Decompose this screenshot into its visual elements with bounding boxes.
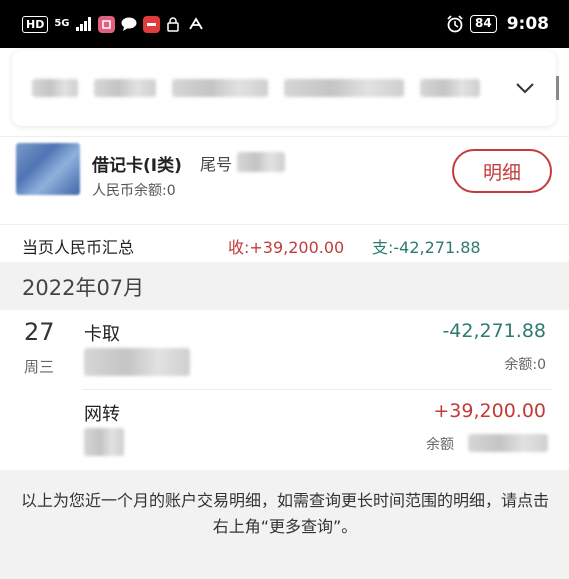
more-query-edge[interactable] [556, 76, 559, 100]
footer-text: 以上为您近一个月的账户交易明细，如需查询更长时间范围的明细，请点击右上角“更多查… [20, 491, 549, 536]
lock-person-icon [166, 16, 182, 32]
list-item[interactable]: 卡取 -42,271.88 余额:0 [82, 310, 552, 390]
battery-indicator: 84 [470, 15, 497, 33]
day-number: 27 [24, 318, 55, 346]
transaction-balance: 余额:0 [504, 357, 546, 373]
account-number-blurred [32, 79, 514, 97]
hd-badge: HD [22, 15, 49, 33]
chevron-down-icon[interactable] [514, 77, 536, 99]
transaction-list: 27 周三 卡取 -42,271.88 余额:0 网转 +39,200.00 余… [0, 310, 569, 470]
transaction-type: 卡取 [84, 324, 120, 345]
weekday: 周三 [24, 358, 55, 376]
month-label: 2022年07月 [22, 276, 145, 300]
status-right: 84 9:08 [446, 14, 549, 34]
detail-button[interactable]: 明细 [452, 149, 552, 193]
card-title: 借记卡(I类) [92, 156, 182, 176]
transaction-desc-redacted [84, 428, 124, 456]
redacted-block [284, 79, 404, 97]
transaction-desc-redacted [84, 348, 190, 376]
card-tail-label: 尾号 [200, 155, 233, 174]
footer-note: 以上为您近一个月的账户交易明细，如需查询更长时间范围的明细，请点击右上角“更多查… [0, 470, 569, 579]
transaction-amount: -42,271.88 [442, 320, 546, 342]
account-selector[interactable] [12, 50, 556, 126]
redacted-block [94, 79, 156, 97]
page-summary: 当页人民币汇总 收:+39,200.00 支:-42,271.88 [0, 224, 569, 262]
redacted-block [32, 79, 78, 97]
clock-time: 9:08 [506, 14, 549, 34]
balance-redacted [468, 434, 548, 452]
app-notification-icon [97, 15, 115, 33]
summary-label: 当页人民币汇总 [22, 238, 135, 257]
card-balance: 人民币余额:0 [92, 183, 176, 199]
redacted-block [420, 79, 480, 97]
transaction-type: 网转 [84, 404, 120, 425]
summary-income: 收:+39,200.00 [228, 238, 345, 257]
month-header: 2022年07月 [0, 262, 569, 310]
summary-expense: 支:-42,271.88 [372, 238, 481, 257]
redacted-block [172, 79, 268, 97]
transaction-balance: 余额 [426, 437, 454, 453]
chat-bubble-icon [121, 17, 137, 31]
transaction-amount: +39,200.00 [433, 400, 546, 422]
card-tail-redacted [237, 152, 285, 172]
status-left: HD 5G [22, 15, 204, 33]
card-image [16, 143, 80, 195]
list-item[interactable]: 网转 +39,200.00 余额 [82, 390, 552, 470]
card-info: 借记卡(I类) 尾号 人民币余额:0 明细 [0, 136, 569, 220]
assistant-icon [188, 16, 204, 32]
status-bar: HD 5G 84 9:08 [0, 0, 569, 48]
red-app-icon [142, 15, 160, 33]
alarm-icon [446, 15, 464, 33]
network-label: 5G [54, 18, 70, 29]
signal-icon [75, 17, 92, 31]
